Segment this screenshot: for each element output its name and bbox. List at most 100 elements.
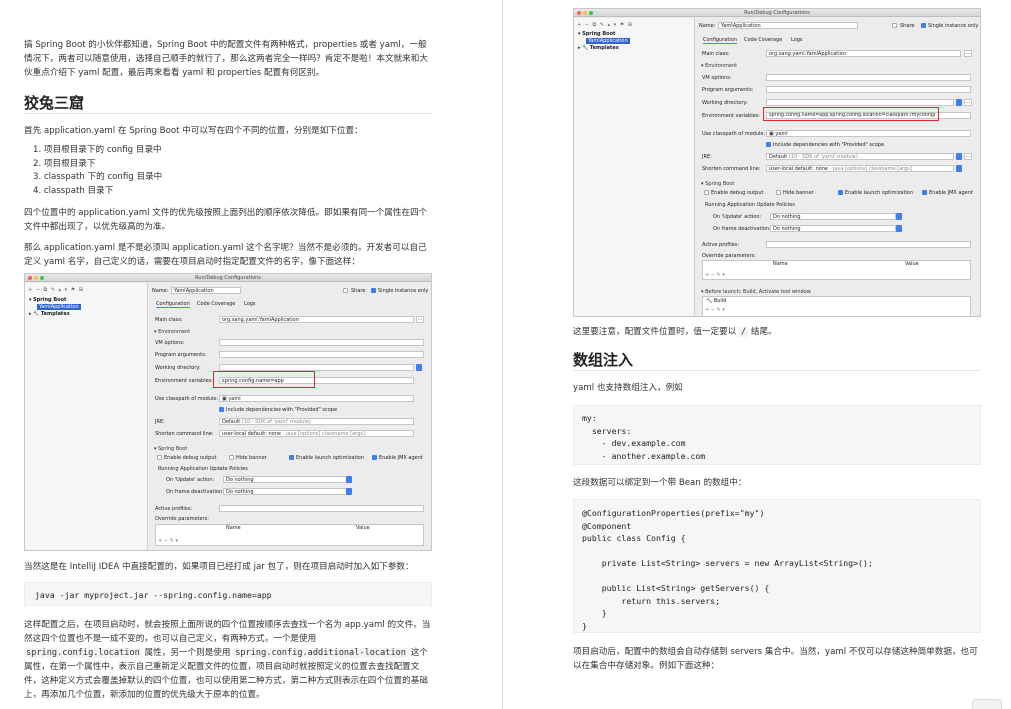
list-item: 3. classpath 下的 config 目录中 <box>33 172 163 183</box>
update-action-select[interactable]: Do nothing <box>223 476 347 483</box>
table-toolbar[interactable]: + − ✎ ▾ <box>705 272 725 278</box>
tree-node-spring-boot[interactable]: ▾ Spring Boot <box>29 297 66 303</box>
list-item: 1. 项目根目录下的 config 目录中 <box>33 145 162 155</box>
before-launch-section[interactable]: ▾ Before launch: Build, Activate tool wi… <box>701 289 811 295</box>
main-class-browse-button[interactable]: … <box>416 316 424 323</box>
jre-select[interactable]: Default (10 - SDK of 'yaml' module) <box>766 153 954 160</box>
vm-options-field[interactable] <box>766 74 971 81</box>
share-checkbox[interactable] <box>892 23 897 28</box>
zoom-dot-icon[interactable] <box>40 276 44 280</box>
shorten-dropdown-icon[interactable] <box>956 165 962 172</box>
name-field[interactable]: YamlApplication <box>171 287 241 294</box>
tree-node-yamlapplication[interactable]: YamlApplication <box>586 38 630 44</box>
main-class-field[interactable]: org.sang.yaml.YamlApplication <box>219 316 414 323</box>
yaml-code: my: servers: - dev.example.com - another… <box>582 413 706 461</box>
update-action-label: On 'Update' action: <box>166 477 215 483</box>
working-dir-field[interactable] <box>766 99 954 106</box>
shorten-label: Shorten command line: <box>155 431 214 437</box>
include-provided-checkbox[interactable] <box>766 142 771 147</box>
main-class-browse-button[interactable]: … <box>964 50 972 57</box>
tree-node-templates[interactable]: ▸ 🔧 Templates <box>578 45 619 51</box>
jmx-agent-label: Enable JMX agent <box>379 455 423 461</box>
jre-label: JRE: <box>702 154 712 160</box>
custom-name-paragraph: 那么 application.yaml 是不是必须叫 application.y… <box>24 243 427 267</box>
zoom-dot-icon[interactable] <box>589 11 593 15</box>
spring-boot-section[interactable]: ▾ Spring Boot <box>701 181 734 187</box>
frame-deactivation-label: On frame deactivation: <box>713 226 771 232</box>
close-dot-icon[interactable] <box>577 11 581 15</box>
share-checkbox[interactable] <box>343 288 348 293</box>
jmx-agent-checkbox[interactable] <box>372 455 377 460</box>
jre-select[interactable]: Default (10 - SDK of 'yaml' module) <box>219 418 414 425</box>
working-dir-dropdown-icon[interactable] <box>416 364 422 371</box>
main-class-field[interactable]: org.sang.yaml.YamlApplication <box>766 50 961 57</box>
launch-optimization-checkbox[interactable] <box>838 190 843 195</box>
priority-paragraph: 四个位置中的 application.yaml 文件的优先级按照上面列出的顺序依… <box>24 208 428 232</box>
tree-node-yamlapplication[interactable]: YamlApplication <box>37 304 81 310</box>
ide-run-config-dialog: Run/Debug Configurations + − ⧉ ✎ ▴ ▾ ⚑ ⊞… <box>24 273 432 551</box>
include-provided-checkbox[interactable] <box>219 407 224 412</box>
env-vars-highlight <box>213 371 315 388</box>
tab-logs[interactable]: Logs <box>244 301 256 307</box>
tree-node-spring-boot[interactable]: ▾ Spring Boot <box>578 31 615 37</box>
frame-deactivation-label: On frame deactivation: <box>166 489 224 495</box>
floating-scroll-button[interactable] <box>972 699 1002 709</box>
jre-browse-button[interactable]: … <box>964 153 972 160</box>
update-action-dropdown-icon[interactable] <box>346 476 352 483</box>
launch-optimization-checkbox[interactable] <box>289 455 294 460</box>
frame-deactivation-select[interactable]: Do nothing <box>223 488 347 495</box>
minimize-dot-icon[interactable] <box>583 11 587 15</box>
name-label: Name: <box>699 23 716 29</box>
working-dir-browse-button[interactable]: … <box>964 99 972 106</box>
classpath-select[interactable]: ▣ yaml <box>219 395 414 402</box>
classpath-select[interactable]: ▣ yaml <box>766 130 971 137</box>
active-profiles-field[interactable] <box>766 241 971 248</box>
policies-label: Running Application Update Policies <box>158 466 248 472</box>
minimize-dot-icon[interactable] <box>34 276 38 280</box>
single-instance-checkbox[interactable] <box>371 288 376 293</box>
before-launch-toolbar[interactable]: + − ✎ ▾ <box>705 307 725 313</box>
tab-configuration[interactable]: Configuration <box>156 301 190 308</box>
tab-configuration[interactable]: Configuration <box>703 37 737 44</box>
shorten-select[interactable]: user-local default: none - java [options… <box>219 430 414 437</box>
working-dir-field[interactable] <box>219 364 414 371</box>
debug-output-checkbox[interactable] <box>704 190 709 195</box>
name-field[interactable]: YamlApplication <box>718 22 858 29</box>
spring-boot-section[interactable]: ▾ Spring Boot <box>154 446 187 452</box>
environment-section[interactable]: ▾ Environment <box>154 329 190 335</box>
close-dot-icon[interactable] <box>28 276 32 280</box>
single-instance-label: Single instance only <box>378 288 429 294</box>
active-profiles-field[interactable] <box>219 505 424 512</box>
tree-node-templates[interactable]: ▸ 🔧 Templates <box>29 311 70 317</box>
tab-code-coverage[interactable]: Code Coverage <box>197 301 235 307</box>
jmx-agent-checkbox[interactable] <box>922 190 927 195</box>
classpath-label: Use classpath of module: <box>702 131 766 137</box>
tree-toolbar[interactable]: + − ⧉ ✎ ▴ ▾ ⚑ ⊞ <box>28 287 84 293</box>
jre-dropdown-icon[interactable] <box>956 153 962 160</box>
frame-deactivation-select[interactable]: Do nothing <box>770 225 896 232</box>
program-args-field[interactable] <box>219 351 424 358</box>
environment-section[interactable]: ▾ Environment <box>701 63 737 69</box>
working-dir-dropdown-icon[interactable] <box>956 99 962 106</box>
dialog-titlebar: Run/Debug Configurations <box>25 274 431 282</box>
program-args-field[interactable] <box>766 86 971 93</box>
tab-code-coverage[interactable]: Code Coverage <box>744 37 782 43</box>
frame-deactivation-dropdown-icon[interactable] <box>346 488 352 495</box>
debug-output-checkbox[interactable] <box>157 455 162 460</box>
column-name-header: Name <box>773 261 788 267</box>
single-instance-checkbox[interactable] <box>921 23 926 28</box>
update-action-dropdown-icon[interactable] <box>896 213 902 220</box>
before-launch-item[interactable]: 🔨 Build <box>706 298 726 304</box>
update-action-select[interactable]: Do nothing <box>770 213 896 220</box>
frame-deactivation-dropdown-icon[interactable] <box>896 225 902 232</box>
shorten-select[interactable]: user-local default: none - java [options… <box>766 165 954 172</box>
env-vars-label: Environment variables: <box>155 378 213 384</box>
hide-banner-checkbox[interactable] <box>776 190 781 195</box>
table-toolbar[interactable]: + − ✎ ▾ <box>158 538 178 544</box>
vm-options-field[interactable] <box>219 339 424 346</box>
tab-logs[interactable]: Logs <box>791 37 803 43</box>
hide-banner-checkbox[interactable] <box>229 455 234 460</box>
tree-toolbar[interactable]: + − ⧉ ✎ ▴ ▾ ⚑ ⊞ <box>577 22 633 28</box>
hide-banner-label: Hide banner <box>236 455 267 461</box>
intro-paragraph: 搞 Spring Boot 的小伙伴都知道，Spring Boot 中的配置文件… <box>24 40 428 78</box>
